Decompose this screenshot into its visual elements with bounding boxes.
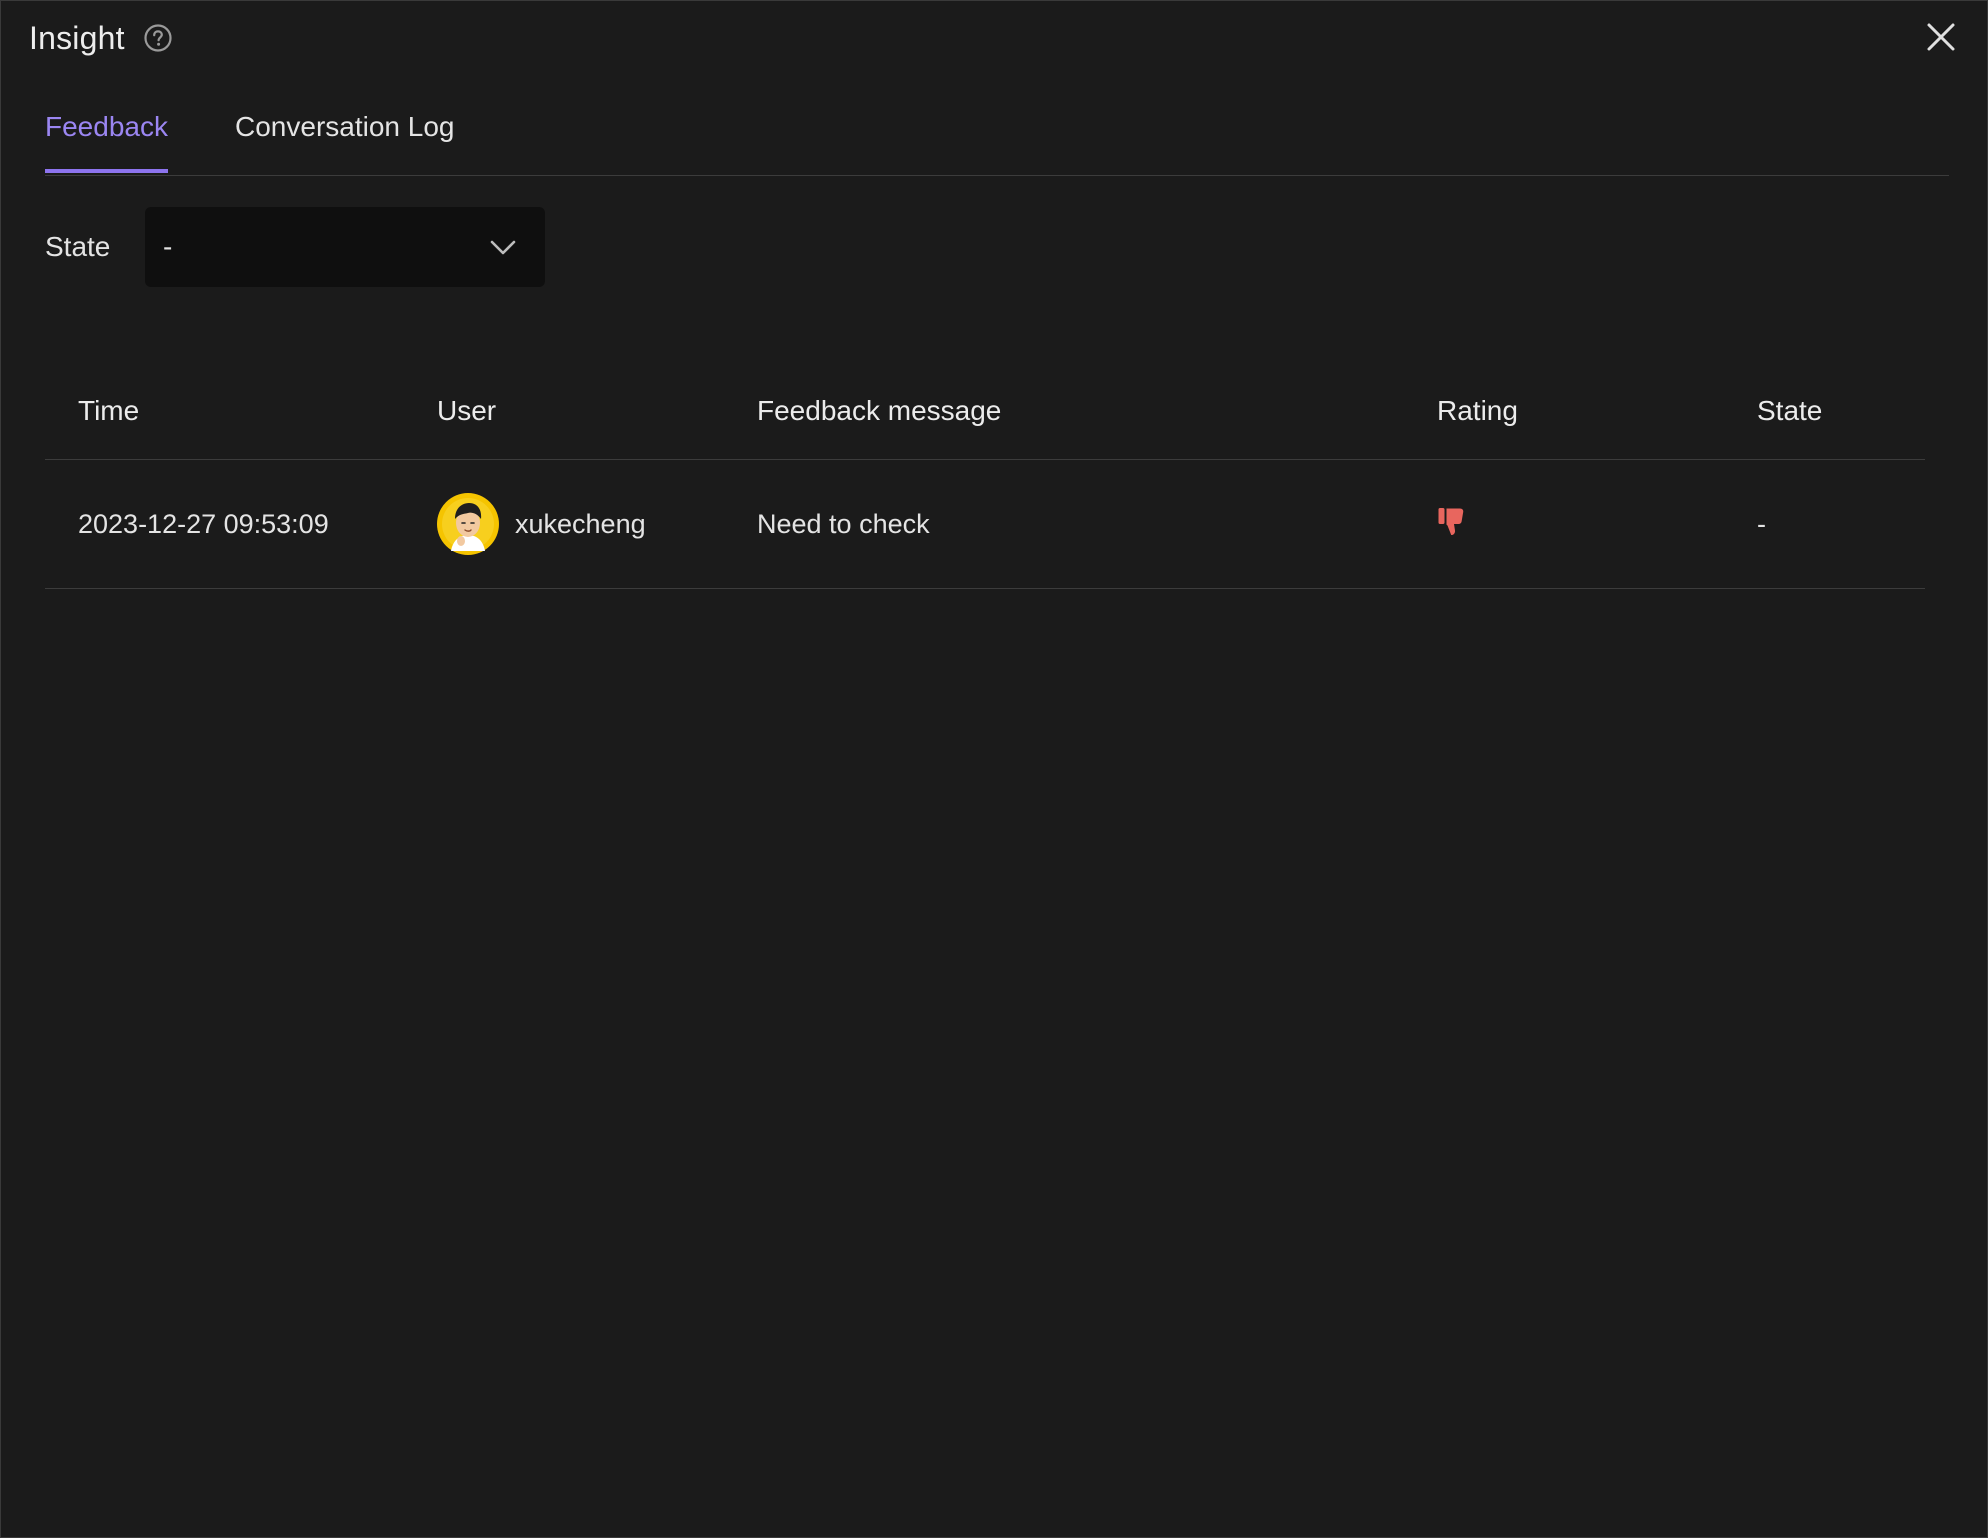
state-filter: State - [45,207,545,287]
row-user: xukecheng [437,460,646,588]
column-header-time: Time [78,395,140,426]
column-header-rating: Rating [1437,395,1518,426]
state-select[interactable]: - [145,207,545,287]
state-filter-label: State [45,231,111,262]
table-row[interactable]: 2023-12-27 09:53:09 xukecheng Need to ch… [45,460,1925,589]
panel-title: Insight [29,19,125,56]
row-feedback-message: Need to check [757,508,930,539]
close-icon[interactable] [1923,19,1959,55]
table-header: Time User Feedback message Rating State [45,361,1925,460]
feedback-table: Time User Feedback message Rating State … [45,361,1925,589]
column-header-user: User [437,395,497,426]
tab-bar: Feedback Conversation Log [45,101,1949,176]
state-select-value: - [163,231,173,262]
chevron-down-icon [489,234,517,260]
row-time: 2023-12-27 09:53:09 [78,508,329,539]
tab-feedback[interactable]: Feedback [45,111,168,173]
row-rating [1437,460,1467,588]
tab-conversation-log[interactable]: Conversation Log [235,111,454,169]
column-header-feedback-message: Feedback message [757,395,1002,426]
thumbs-down-icon [1437,506,1467,538]
avatar [437,493,499,555]
column-header-state: State [1757,395,1823,426]
row-state: - [1757,508,1766,539]
insight-panel: Insight Feedback Conversation Log State … [0,0,1988,1538]
help-icon[interactable] [143,23,173,53]
panel-header: Insight [29,15,173,61]
user-name: xukecheng [515,508,646,539]
